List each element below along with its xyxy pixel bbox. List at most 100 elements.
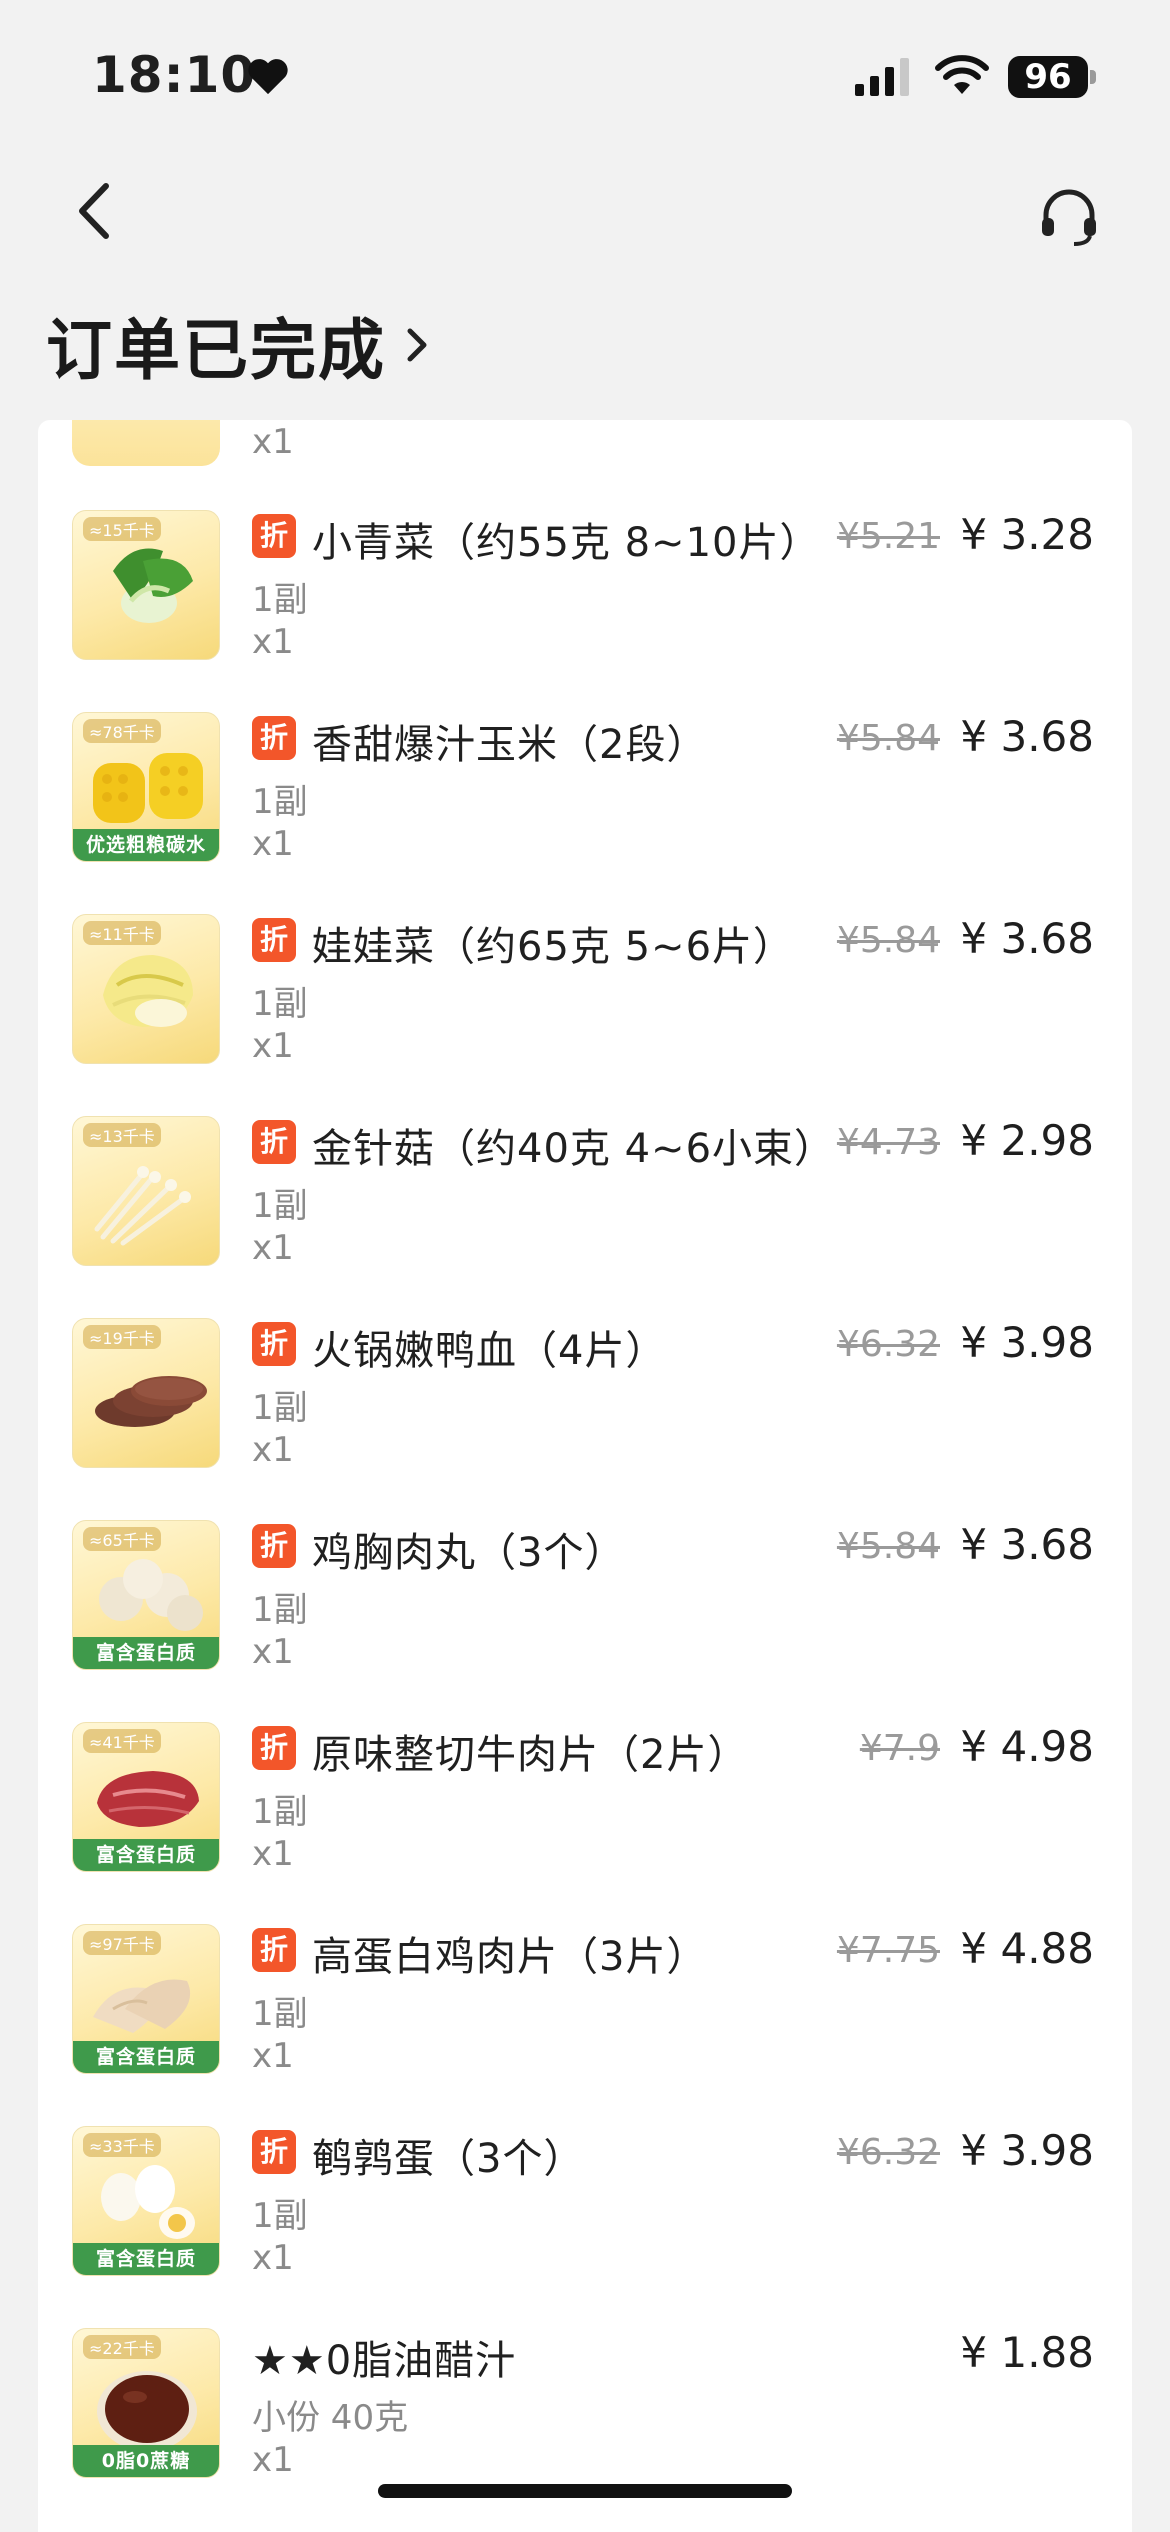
nutrition-badge: 富含蛋白质	[73, 1637, 219, 1669]
nutrition-badge: 0脂0蔗糖	[73, 2445, 219, 2477]
status-time: 18:10	[92, 46, 257, 104]
item-qty: x1	[252, 2440, 294, 2480]
original-price: ¥5.21	[836, 516, 940, 557]
item-qty: x1	[252, 1228, 294, 1268]
item-name: 香甜爆汁玉米（2段）	[312, 722, 708, 768]
list-item[interactable]: ≈22千卡 0脂0蔗糖 ★★0脂油醋汁 小份 40克 x1 ¥ 1.88	[38, 2328, 1132, 2532]
discount-badge: 折	[252, 1524, 296, 1568]
product-image: ≈78千卡 优选粗粮碳水	[72, 712, 220, 862]
heart-icon	[248, 59, 288, 95]
item-qty: x1	[252, 824, 294, 864]
discount-badge: 折	[252, 514, 296, 558]
product-image: ≈15千卡	[72, 510, 220, 660]
home-indicator	[378, 2484, 792, 2498]
item-name: 鹌鹑蛋（3个）	[312, 2136, 585, 2182]
item-spec: 1副	[252, 2196, 308, 2236]
item-price: ¥ 3.28	[960, 510, 1094, 559]
item-spec: 1副	[252, 1590, 308, 1630]
calorie-label: ≈13千卡	[83, 1123, 161, 1147]
wifi-icon	[935, 55, 989, 94]
item-name: 原味整切牛肉片（2片）	[312, 1732, 749, 1778]
calorie-label: ≈22千卡	[83, 2335, 161, 2359]
item-price: ¥ 3.68	[960, 914, 1094, 963]
discount-badge: 折	[252, 2130, 296, 2174]
order-status-title[interactable]: 订单已完成	[46, 300, 434, 390]
product-image: ≈97千卡富含蛋白质	[72, 1924, 220, 2074]
cellular-signal-icon	[855, 58, 909, 96]
item-name: ★★0脂油醋汁	[252, 2338, 517, 2384]
list-item[interactable]: ≈78千卡 优选粗粮碳水折香甜爆汁玉米（2段） 1副 x1 ¥5.84 ¥ 3.68	[38, 712, 1132, 916]
battery-tip	[1090, 70, 1096, 84]
list-item[interactable]: ≈33千卡 富含蛋白质折鹌鹑蛋（3个） 1副 x1 ¥6.32 ¥ 3.98	[38, 2126, 1132, 2330]
original-price: ¥6.32	[836, 1324, 940, 1365]
item-spec: 1副	[252, 1388, 308, 1428]
item-name: 小青菜（约55克 8~10片）	[312, 520, 821, 566]
item-spec: 1副	[252, 1186, 308, 1226]
item-qty: x1	[252, 1632, 294, 1672]
original-price: ¥5.84	[836, 1526, 940, 1567]
calorie-label: ≈15千卡	[83, 517, 161, 541]
chevron-right-icon	[407, 328, 427, 362]
item-price: ¥ 3.68	[960, 712, 1094, 761]
product-image: ≈22千卡 0脂0蔗糖	[72, 2328, 220, 2478]
item-name: 娃娃菜（约65克 5~6片）	[312, 924, 795, 970]
product-image	[72, 420, 220, 466]
original-price: ¥5.84	[836, 718, 940, 759]
item-price: ¥ 2.98	[960, 1116, 1094, 1165]
product-image: ≈11千卡	[72, 914, 220, 1064]
list-item[interactable]: ≈19千卡 折火锅嫩鸭血（4片） 1副 x1 ¥6.32 ¥ 3.98	[38, 1318, 1132, 1522]
item-name: 高蛋白鸡肉片（3片）	[312, 1934, 708, 1980]
list-item[interactable]: ≈97千卡 富含蛋白质折高蛋白鸡肉片（3片） 1副 x1 ¥7.75 ¥ 4.88	[38, 1924, 1132, 2128]
product-image: ≈19千卡	[72, 1318, 220, 1468]
discount-badge: 折	[252, 1726, 296, 1770]
status-bar: 18:10 96	[0, 0, 1170, 150]
item-spec: 小份 40克	[252, 2398, 409, 2438]
original-price: ¥7.75	[836, 1930, 940, 1971]
order-items-card: x1 ≈15千卡折小青菜（约55克 8~10片） 1副 x1 ¥5.21 ¥ 3.28 ≈…	[38, 420, 1132, 2532]
item-spec: 1副	[252, 1792, 308, 1832]
list-item[interactable]: ≈13千卡 折金针菇（约40克 4~6小束） 1副 x1 ¥4.73 ¥ 2.98	[38, 1116, 1132, 1320]
list-item[interactable]: ≈11千卡 折娃娃菜（约65克 5~6片） 1副 x1 ¥5.84 ¥ 3.68	[38, 914, 1132, 1118]
list-item[interactable]: ≈65千卡 富含蛋白质折鸡胸肉丸（3个） 1副 x1 ¥5.84 ¥ 3.68	[38, 1520, 1132, 1724]
product-image: ≈13千卡	[72, 1116, 220, 1266]
item-name: 鸡胸肉丸（3个）	[312, 1530, 626, 1576]
list-item[interactable]: ≈41千卡 富含蛋白质折原味整切牛肉片（2片） 1副 x1 ¥7.9 ¥ 4.98	[38, 1722, 1132, 1926]
item-spec: 1副	[252, 580, 308, 620]
customer-service-button[interactable]	[1034, 182, 1104, 252]
item-name: 火锅嫩鸭血（4片）	[312, 1328, 667, 1374]
product-image: ≈65千卡富含蛋白质	[72, 1520, 220, 1670]
calorie-label: ≈11千卡	[83, 921, 161, 945]
calorie-label: ≈65千卡	[83, 1527, 161, 1551]
product-image: ≈41千卡富含蛋白质	[72, 1722, 220, 1872]
calorie-label: ≈97千卡	[83, 1931, 161, 1955]
item-price: ¥ 4.98	[960, 1722, 1094, 1771]
item-price: ¥ 3.98	[960, 2126, 1094, 2175]
original-price: ¥7.9	[859, 1728, 940, 1769]
item-spec: 1副	[252, 782, 308, 822]
discount-badge: 折	[252, 1928, 296, 1972]
item-price: ¥ 3.68	[960, 1520, 1094, 1569]
calorie-label: ≈19千卡	[83, 1325, 161, 1349]
calorie-label: ≈41千卡	[83, 1729, 161, 1753]
chevron-left-icon	[79, 183, 109, 239]
list-item-partial: x1	[38, 420, 1132, 480]
nutrition-badge: 富含蛋白质	[73, 2041, 219, 2073]
item-price: ¥ 3.98	[960, 1318, 1094, 1367]
item-spec: 1副	[252, 1994, 308, 2034]
list-item[interactable]: ≈15千卡 折小青菜（约55克 8~10片） 1副 x1 ¥5.21 ¥ 3.28	[38, 510, 1132, 714]
item-qty: x1	[252, 2036, 294, 2076]
nutrition-badge: 富含蛋白质	[73, 1839, 219, 1871]
item-qty: x1	[252, 1430, 294, 1470]
calorie-label: ≈33千卡	[83, 2133, 161, 2157]
item-name: 金针菇（约40克 4~6小束）	[312, 1126, 836, 1172]
battery-level: 96	[1008, 56, 1088, 98]
product-image: ≈33千卡 富含蛋白质	[72, 2126, 220, 2276]
original-price: ¥5.84	[836, 920, 940, 961]
back-button[interactable]	[62, 176, 132, 246]
item-price: ¥ 4.88	[960, 1924, 1094, 1973]
item-qty: x1	[252, 1834, 294, 1874]
calorie-label: ≈78千卡	[83, 719, 161, 743]
discount-badge: 折	[252, 716, 296, 760]
discount-badge: 折	[252, 1322, 296, 1366]
page-title: 订单已完成	[46, 312, 386, 389]
